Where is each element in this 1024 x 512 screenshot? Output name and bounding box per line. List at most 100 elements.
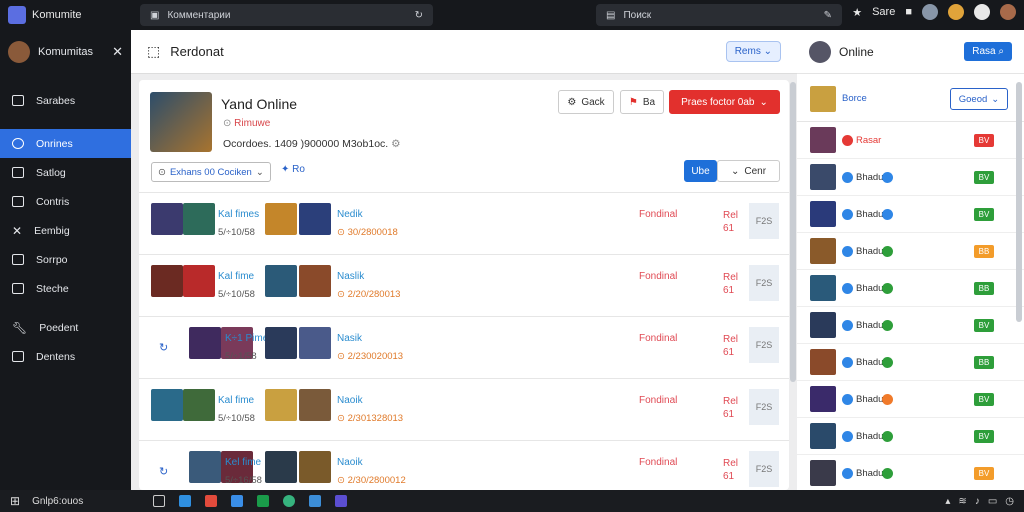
refresh-icon[interactable]: ↻ bbox=[159, 465, 168, 478]
sidebar-item-1[interactable]: Onrines bbox=[0, 129, 131, 158]
row-name[interactable]: K÷1 Pime bbox=[225, 333, 268, 344]
user-name[interactable]: Bhadu bbox=[856, 357, 883, 368]
profile-avatar-4[interactable] bbox=[1000, 4, 1016, 20]
table-row[interactable]: ↻ K÷1 Pime 5/÷1/58 Nasik ⊙ 2/230020013 F… bbox=[139, 316, 789, 378]
flag-button[interactable]: ⚑ Ba bbox=[620, 90, 664, 114]
filter-chip[interactable]: ⊙ Exhans 00 Cociken ⌄ bbox=[151, 162, 271, 182]
page-title: Rerdonat bbox=[170, 44, 224, 59]
search-icon: ⌕ bbox=[998, 46, 1004, 57]
user-name[interactable]: Bhadu bbox=[856, 468, 883, 479]
user-name[interactable]: Bhadu bbox=[856, 209, 883, 220]
settings-icon[interactable]: ⚙ bbox=[391, 138, 400, 150]
list-item[interactable]: Bhadu BV bbox=[797, 159, 1024, 196]
windows-icon[interactable]: ⊞ bbox=[10, 494, 20, 508]
clock-icon[interactable]: ◷ bbox=[1005, 496, 1014, 507]
sidebar-item-3[interactable]: Contris bbox=[0, 187, 131, 216]
battery-icon[interactable]: ▭ bbox=[988, 496, 997, 507]
user-name[interactable]: Bhadu bbox=[856, 172, 883, 183]
table-row[interactable]: Kal fimes 5/÷10/58 Nedik ⊙ 30/2800018 Fo… bbox=[139, 192, 789, 254]
content-card: Yand Online ⊙ Rimuwe Ocordoes. 1409 )900… bbox=[139, 80, 789, 490]
row-side-panel[interactable]: F2S bbox=[749, 203, 779, 239]
row-name-2[interactable]: Nedik bbox=[337, 209, 363, 220]
refresh-icon[interactable]: ↻ bbox=[159, 341, 168, 354]
user-thumb bbox=[810, 423, 836, 449]
online-search-button[interactable]: Rasa ⌕ bbox=[964, 42, 1012, 61]
pin-link[interactable]: ✦ Ro bbox=[281, 164, 305, 175]
volume-icon[interactable]: ♪ bbox=[975, 496, 980, 507]
status-dot bbox=[842, 319, 853, 331]
gear-button[interactable]: ⚙ Gack bbox=[558, 90, 614, 114]
primary-red-button[interactable]: Praes foctor 0ab ⌄ bbox=[669, 90, 780, 114]
app-purple-icon[interactable] bbox=[335, 495, 348, 507]
sidebar-title: Komumitas bbox=[38, 46, 94, 58]
row-status: Fondinal bbox=[639, 333, 678, 344]
header-dropdown-button[interactable]: Rems ⌄ bbox=[725, 41, 781, 62]
row-name[interactable]: Kal fime bbox=[218, 395, 254, 406]
profile-avatar-1[interactable] bbox=[922, 4, 938, 20]
list-item[interactable]: Bhadu BV bbox=[797, 381, 1024, 418]
row-name-2[interactable]: Naslik bbox=[337, 271, 364, 282]
user-name[interactable]: Bhadu bbox=[856, 394, 883, 405]
row-code: ⊙ 2/230020013 bbox=[337, 351, 404, 362]
app-store-icon[interactable] bbox=[309, 495, 322, 507]
check-icon bbox=[882, 393, 893, 405]
sidebar-item-7[interactable]: 🔧︎ Poedent bbox=[0, 313, 131, 342]
user-name[interactable]: Bhadu bbox=[856, 246, 883, 257]
row-name[interactable]: Kal fime bbox=[218, 271, 254, 282]
sidebar-item-2[interactable]: Satlog bbox=[0, 158, 131, 187]
browser-icon[interactable] bbox=[283, 495, 296, 507]
pen-icon[interactable]: ✎ bbox=[824, 10, 832, 21]
list-item[interactable]: Bhadu BV bbox=[797, 196, 1024, 233]
refresh-icon[interactable]: ↻ bbox=[415, 10, 423, 21]
row-side-panel[interactable]: F2S bbox=[749, 389, 779, 425]
row-name-2[interactable]: Nasik bbox=[337, 333, 362, 344]
user-name[interactable]: Bhadu bbox=[856, 320, 883, 331]
tray-icon[interactable]: ▴ bbox=[945, 496, 950, 507]
sidebar-item-5[interactable]: Sorrpo bbox=[0, 245, 131, 274]
segment-b[interactable]: ⌄ Cenr bbox=[717, 160, 780, 182]
user-name[interactable]: Bhadu bbox=[856, 283, 883, 294]
row-name-2[interactable]: Naoik bbox=[337, 457, 363, 468]
sidebar-item-4[interactable]: ✕ Eembig bbox=[0, 216, 131, 245]
row-name[interactable]: Kal fimes bbox=[218, 209, 259, 220]
list-item[interactable]: Rasar BV bbox=[797, 122, 1024, 159]
app-green-icon[interactable] bbox=[257, 495, 270, 507]
table-row[interactable]: Kal fime 5/÷10/58 Naslik ⊙ 2/20/280013 F… bbox=[139, 254, 789, 316]
list-item[interactable]: Bhadu BV bbox=[797, 307, 1024, 344]
list-item[interactable]: Bhadu BV bbox=[797, 418, 1024, 455]
row-name[interactable]: Kel fime bbox=[225, 457, 261, 468]
main-scrollbar[interactable] bbox=[790, 82, 796, 382]
star-icon[interactable]: ★ bbox=[852, 6, 862, 19]
sidebar-item-8[interactable]: Dentens bbox=[0, 342, 131, 371]
search-bar-2[interactable]: ▤ Поиск ✎ bbox=[596, 4, 842, 26]
list-item[interactable]: Bhadu BV bbox=[797, 455, 1024, 492]
list-item[interactable]: Bhadu BB bbox=[797, 344, 1024, 381]
wifi-icon[interactable]: ≋ bbox=[958, 496, 966, 507]
profile-avatar-2[interactable] bbox=[948, 4, 964, 20]
list-item[interactable]: Bhadu BB bbox=[797, 270, 1024, 307]
sidebar-item-6[interactable]: Steche bbox=[0, 274, 131, 303]
taskview-icon[interactable] bbox=[153, 495, 166, 507]
explorer-icon[interactable] bbox=[179, 495, 192, 507]
list-item[interactable]: Bhadu BB bbox=[797, 233, 1024, 270]
filter-dropdown[interactable]: Goeod ⌄ bbox=[950, 88, 1008, 110]
right-label[interactable]: Sare bbox=[872, 6, 895, 18]
row-name-2[interactable]: Naoik bbox=[337, 395, 363, 406]
table-row[interactable]: Kal fime 5/÷10/58 Naoik ⊙ 2/301328013 Fo… bbox=[139, 378, 789, 440]
app-blue-icon[interactable] bbox=[231, 495, 244, 507]
user-name[interactable]: Rasar bbox=[856, 135, 881, 146]
sidebar-item-0[interactable]: Sarabes bbox=[0, 86, 131, 115]
table-row[interactable]: ↻ Kel fime 5/÷16/58 Naoik ⊙ 2/30/2800012… bbox=[139, 440, 789, 490]
search-bar-1[interactable]: ▣ Комментарии ↻ bbox=[140, 4, 433, 26]
row-side-panel[interactable]: F2S bbox=[749, 451, 779, 487]
more-icon[interactable]: ■ bbox=[905, 6, 912, 18]
user-name[interactable]: Bhadu bbox=[856, 431, 883, 442]
app-red-icon[interactable] bbox=[205, 495, 218, 507]
close-icon[interactable]: ✕ bbox=[112, 44, 123, 60]
segment-a[interactable]: Ube bbox=[684, 160, 717, 182]
row-side-panel[interactable]: F2S bbox=[749, 327, 779, 363]
row-time: 5/÷16/58 bbox=[225, 475, 262, 486]
profile-avatar-3[interactable] bbox=[974, 4, 990, 20]
online-scrollbar[interactable] bbox=[1016, 82, 1022, 322]
row-side-panel[interactable]: F2S bbox=[749, 265, 779, 301]
